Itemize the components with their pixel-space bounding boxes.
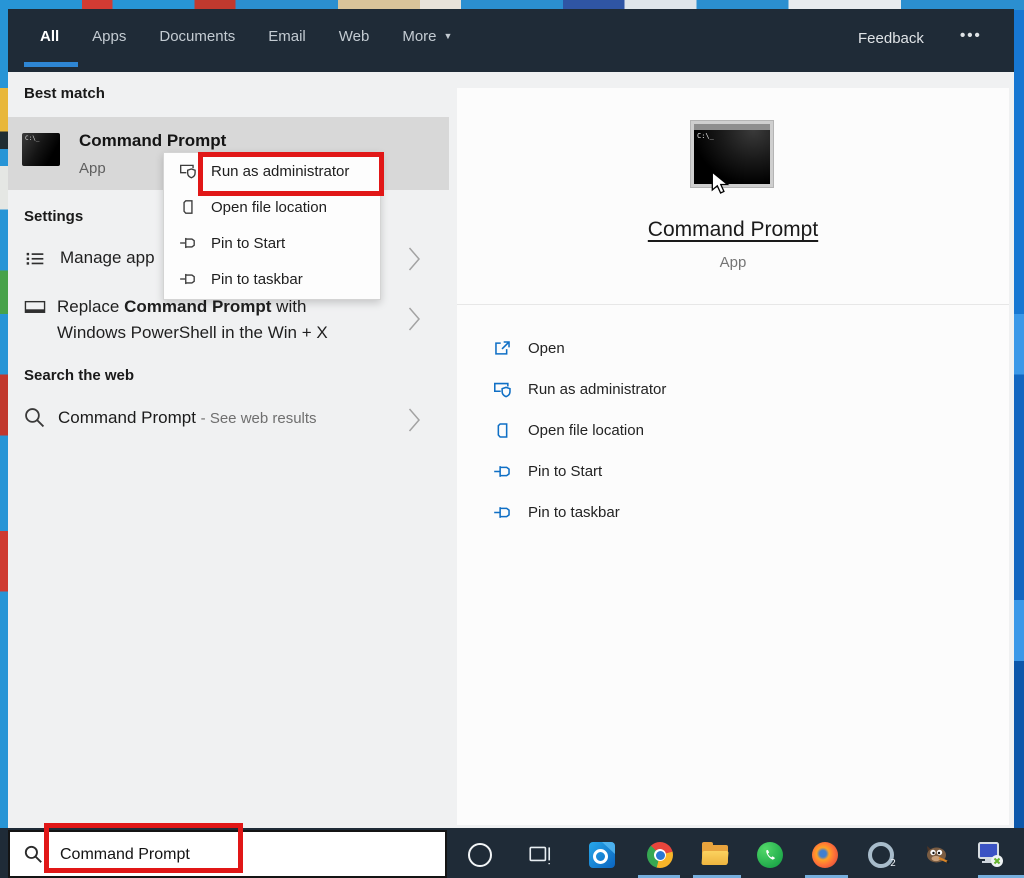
preview-action-label: Run as administrator xyxy=(528,380,667,398)
context-menu-item-file-location[interactable]: Open file location xyxy=(164,189,380,225)
context-menu-label: Pin to Start xyxy=(211,234,286,252)
context-menu-item-pin-taskbar[interactable]: Pin to taskbar xyxy=(164,261,380,297)
context-menu-label: Run as administrator xyxy=(211,162,350,180)
tab-more[interactable]: More ▼ xyxy=(402,28,452,45)
firefox-icon[interactable] xyxy=(811,841,839,869)
preview-action-label: Pin to Start xyxy=(528,462,603,480)
windows-search-screen: All Apps Documents Email Web More ▼ Feedb… xyxy=(0,0,1024,878)
preview-app-subtitle: App xyxy=(719,254,747,271)
context-menu-item-run-admin[interactable]: Run as administrator xyxy=(164,153,380,189)
chevron-down-icon: ▼ xyxy=(443,31,453,41)
best-match-subtitle: App xyxy=(79,160,106,177)
tab-email[interactable]: Email xyxy=(268,28,306,45)
chevron-right-icon[interactable] xyxy=(408,246,421,272)
o2-ring-icon[interactable]: 2 xyxy=(867,841,896,869)
preview-action-label: Open file location xyxy=(528,421,644,439)
cmd-terminal-icon: C:\_ xyxy=(22,133,60,166)
tab-documents[interactable]: Documents xyxy=(159,28,235,45)
web-search-result-row[interactable]: Command Prompt - See web results xyxy=(58,408,317,428)
mouse-cursor-icon xyxy=(711,171,730,194)
taskbar-search-box[interactable] xyxy=(8,830,447,878)
chevron-right-icon[interactable] xyxy=(408,306,421,332)
tab-apps[interactable]: Apps xyxy=(92,28,126,45)
pin-icon xyxy=(493,503,512,522)
outlook-icon[interactable] xyxy=(588,841,616,869)
search-web-section-header: Search the web xyxy=(24,367,135,384)
pin-icon xyxy=(493,462,512,481)
app-preview-panel xyxy=(457,88,1009,825)
context-menu-label: Pin to taskbar xyxy=(211,270,303,288)
preview-action-run-admin[interactable]: Run as administrator xyxy=(493,377,666,401)
preview-action-pin-start[interactable]: Pin to Start xyxy=(493,459,602,483)
open-icon xyxy=(493,339,512,358)
cortana-icon[interactable] xyxy=(466,841,494,869)
chrome-icon[interactable] xyxy=(646,841,674,869)
cmd-icon-screen: C:\_ xyxy=(694,130,770,184)
search-icon xyxy=(23,406,46,434)
preview-app-title[interactable]: Command Prompt xyxy=(457,218,1009,242)
settings-section-header: Settings xyxy=(24,208,84,225)
file-location-icon xyxy=(493,421,512,440)
preview-action-open[interactable]: Open xyxy=(493,336,565,360)
desktop-wallpaper-right-strip xyxy=(1014,10,1024,878)
window-bar-icon xyxy=(24,299,46,321)
best-match-title[interactable]: Command Prompt xyxy=(79,131,226,151)
pin-icon xyxy=(179,234,197,252)
preview-divider xyxy=(457,304,1009,305)
run-admin-icon xyxy=(493,380,512,399)
search-filter-tabs: All Apps Documents Email Web More ▼ xyxy=(40,28,452,45)
whatsapp-icon[interactable] xyxy=(756,841,784,869)
tab-all[interactable]: All xyxy=(40,28,59,45)
search-icon xyxy=(23,844,44,870)
remote-computer-icon[interactable] xyxy=(977,841,1005,869)
preview-action-label: Open xyxy=(528,339,565,357)
header-overflow-menu-icon[interactable]: ••• xyxy=(960,27,982,44)
run-admin-icon xyxy=(179,162,197,180)
settings-item-replace-cmd[interactable]: Replace Command Prompt with Windows Power… xyxy=(57,294,357,346)
cmd-terminal-icon: C:\_ xyxy=(691,121,773,187)
app-list-icon xyxy=(25,249,45,274)
preview-action-label: Pin to taskbar xyxy=(528,503,620,521)
best-match-header: Best match xyxy=(24,85,105,102)
preview-action-file-location[interactable]: Open file location xyxy=(493,418,644,442)
task-view-icon[interactable] xyxy=(526,841,554,869)
desktop-wallpaper-left-strip xyxy=(0,10,8,878)
search-input[interactable] xyxy=(58,836,392,874)
file-location-icon xyxy=(179,198,197,216)
settings-item-manage-app[interactable]: Manage app xyxy=(60,248,155,268)
tab-web[interactable]: Web xyxy=(339,28,370,45)
gimp-icon[interactable] xyxy=(922,841,950,869)
context-menu: Run as administrator Open file location … xyxy=(163,152,381,300)
chevron-right-icon[interactable] xyxy=(408,407,421,433)
pin-icon xyxy=(179,270,197,288)
context-menu-label: Open file location xyxy=(211,198,327,216)
context-menu-item-pin-start[interactable]: Pin to Start xyxy=(164,225,380,261)
file-explorer-icon[interactable] xyxy=(701,841,729,869)
active-tab-underline xyxy=(24,62,78,67)
preview-action-pin-taskbar[interactable]: Pin to taskbar xyxy=(493,500,620,524)
feedback-button[interactable]: Feedback xyxy=(858,30,924,47)
